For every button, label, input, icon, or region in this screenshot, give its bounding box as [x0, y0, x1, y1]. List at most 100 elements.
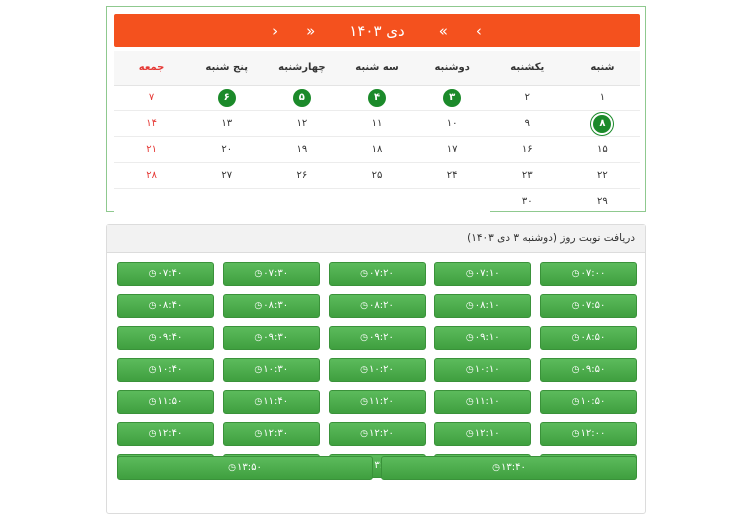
calendar-day[interactable]: ۳۰ [490, 189, 565, 214]
calendar-day[interactable]: ۴ [339, 85, 414, 110]
time-slot-label: ۰۸:۲۰ [369, 300, 394, 311]
calendar-day[interactable]: ۱۲ [264, 111, 339, 136]
calendar-day[interactable]: ۲۸ [114, 163, 189, 188]
prev-month-button[interactable]: › [462, 22, 496, 40]
next-year-button[interactable]: « [292, 22, 329, 40]
time-slots-grid: ◷۰۷:۰۰ ◷۰۷:۱۰ ◷۰۷:۲۰ ◷۰۷:۳۰ ◷۰۷:۴۰ ◷۰۷:۵۰ ◷۰۸:… [117, 262, 637, 478]
time-slot-label: ۰۹:۳۰ [263, 332, 289, 343]
time-slot-label: ۱۰:۵۰ [580, 396, 606, 407]
calendar-day[interactable]: ۲۹ [565, 189, 640, 214]
time-slot-button[interactable]: ◷۱۲:۲۰ [328, 422, 426, 446]
time-slot-button[interactable]: ◷۱۲:۱۰ [434, 422, 532, 446]
time-slot-label: ۱۱:۴۰ [263, 396, 289, 407]
time-slot-button[interactable]: ◷۰۹:۳۰ [222, 326, 320, 350]
time-slot-button[interactable]: ◷۱۲:۴۰ [117, 422, 214, 446]
time-slot-button[interactable]: ◷۱۳:۵۰ [117, 456, 373, 480]
weekday-label: یکشنبه [510, 62, 545, 73]
time-slot-button[interactable]: ◷۱۰:۱۰ [434, 358, 532, 382]
time-slot-button[interactable]: ◷۰۸:۳۰ [222, 294, 320, 318]
time-slot-button[interactable]: ◷۱۱:۴۰ [222, 390, 320, 414]
time-slot-button[interactable]: ◷۰۷:۰۰ [540, 262, 637, 286]
time-slot-label: ۱۲:۳۰ [263, 428, 289, 439]
time-slot-button[interactable]: ◷۱۱:۱۰ [434, 390, 532, 414]
calendar-day[interactable]: ۱۰ [415, 111, 490, 136]
clock-icon: ◷ [254, 333, 263, 343]
clock-icon: ◷ [571, 333, 580, 343]
calendar-day[interactable]: ۱۹ [264, 137, 339, 162]
time-slot-button[interactable]: ◷۰۷:۱۰ [434, 262, 532, 286]
calendar-day[interactable]: ۲ [490, 85, 565, 110]
time-slot-button[interactable]: ◷۱۰:۵۰ [540, 390, 637, 414]
time-slot-label: ۰۷:۲۰ [369, 268, 394, 279]
time-slot-button[interactable]: ◷۰۸:۱۰ [434, 294, 532, 318]
calendar-day[interactable]: ۱۴ [114, 111, 189, 136]
time-slot-button[interactable]: ◷۰۹:۴۰ [117, 326, 214, 350]
time-slot-label: ۱۰:۴۰ [157, 364, 183, 375]
time-slot-label: ۱۰:۱۰ [474, 364, 500, 375]
time-slot-label: ۰۷:۵۰ [580, 300, 606, 311]
calendar-day[interactable]: ۸ [565, 111, 640, 136]
time-slot-button[interactable]: ◷۱۰:۴۰ [117, 358, 214, 382]
time-slot-button[interactable]: ◷۱۱:۲۰ [328, 390, 426, 414]
calendar-day[interactable]: ۲۷ [189, 163, 264, 188]
calendar-day[interactable]: ۲۲ [565, 163, 640, 188]
clock-icon: ◷ [571, 365, 580, 375]
calendar-day-number: ۳۰ [521, 196, 533, 207]
calendar-day-number: ۲۳ [521, 170, 533, 181]
calendar-day[interactable]: ۲۵ [339, 163, 414, 188]
weekday-label: سه شنبه [355, 62, 399, 73]
clock-icon: ◷ [360, 429, 368, 439]
calendar-day[interactable]: ۳ [415, 85, 490, 110]
calendar-day[interactable]: ۱۸ [339, 137, 414, 162]
calendar-day[interactable]: ۱۷ [415, 137, 490, 162]
time-slot-button[interactable]: ◷۰۷:۴۰ [117, 262, 214, 286]
time-slot-button[interactable]: ◷۱۱:۵۰ [117, 390, 214, 414]
calendar-day[interactable]: ۱۳ [189, 111, 264, 136]
time-slot-button[interactable]: ◷۰۹:۲۰ [328, 326, 426, 350]
calendar-day[interactable]: ۵ [264, 85, 339, 110]
time-slot-button[interactable]: ◷۰۷:۲۰ [328, 262, 426, 286]
time-slot-button[interactable]: ◷۰۷:۵۰ [540, 294, 637, 318]
calendar-day[interactable]: ۱۵ [565, 137, 640, 162]
calendar-day-number: ۲۷ [221, 170, 233, 181]
clock-icon: ◷ [465, 301, 474, 311]
time-slot-button[interactable]: ◷۰۸:۴۰ [117, 294, 214, 318]
prev-year-button[interactable]: » [425, 22, 462, 40]
clock-icon: ◷ [148, 365, 157, 375]
time-slot-label: ۱۲:۴۰ [157, 428, 183, 439]
time-slot-button[interactable]: ◷۱۲:۰۰ [540, 422, 637, 446]
calendar-day[interactable]: ۱۱ [339, 111, 414, 136]
next-month-button[interactable]: ‹ [258, 22, 292, 40]
calendar-day[interactable]: ۱۶ [490, 137, 565, 162]
calendar-day[interactable]: ۲۰ [189, 137, 264, 162]
calendar: › » دی ۱۴۰۳ « ‹ شنبه یکشنبه دوشنبه سه شنبه چ… [106, 6, 646, 214]
time-slot-button[interactable]: ◷۱۰:۳۰ [222, 358, 320, 382]
month-title[interactable]: دی ۱۴۰۳ [329, 22, 424, 40]
clock-icon: ◷ [148, 429, 157, 439]
time-slot-button[interactable]: ◷۱۰:۲۰ [328, 358, 426, 382]
time-slot-button[interactable]: ◷۱۲:۳۰ [222, 422, 320, 446]
calendar-day[interactable]: ۲۴ [415, 163, 490, 188]
time-slot-button[interactable]: ◷۰۹:۵۰ [540, 358, 637, 382]
calendar-day[interactable]: ۷ [114, 85, 189, 110]
calendar-day-number: ۲۰ [221, 144, 233, 155]
calendar-day[interactable]: ۲۱ [114, 137, 189, 162]
calendar-day[interactable]: ۶ [189, 85, 264, 110]
calendar-day[interactable]: ۲۳ [490, 163, 565, 188]
calendar-empty-cell [414, 189, 490, 214]
time-slot-button[interactable]: ◷۰۹:۱۰ [434, 326, 532, 350]
time-slot-button[interactable]: ◷۱۳:۴۰ [381, 456, 637, 480]
clock-icon: ◷ [148, 397, 157, 407]
time-slot-button[interactable]: ◷۰۸:۵۰ [540, 326, 637, 350]
weekday-header: شنبه یکشنبه دوشنبه سه شنبه چهارشنبه پنج شنبه ج… [114, 51, 640, 86]
calendar-day-number: ۲۸ [146, 170, 157, 181]
time-slot-button[interactable]: ◷۰۷:۳۰ [222, 262, 320, 286]
time-slot-button[interactable]: ◷۰۸:۲۰ [328, 294, 426, 318]
calendar-day-number: ۱۲ [296, 118, 308, 129]
calendar-day[interactable]: ۱ [565, 85, 640, 110]
calendar-day-number: ۱۷ [446, 144, 458, 155]
weekday-label: چهارشنبه [278, 62, 326, 73]
calendar-day[interactable]: ۲۶ [264, 163, 339, 188]
clock-icon: ◷ [148, 269, 157, 279]
calendar-day[interactable]: ۹ [490, 111, 565, 136]
